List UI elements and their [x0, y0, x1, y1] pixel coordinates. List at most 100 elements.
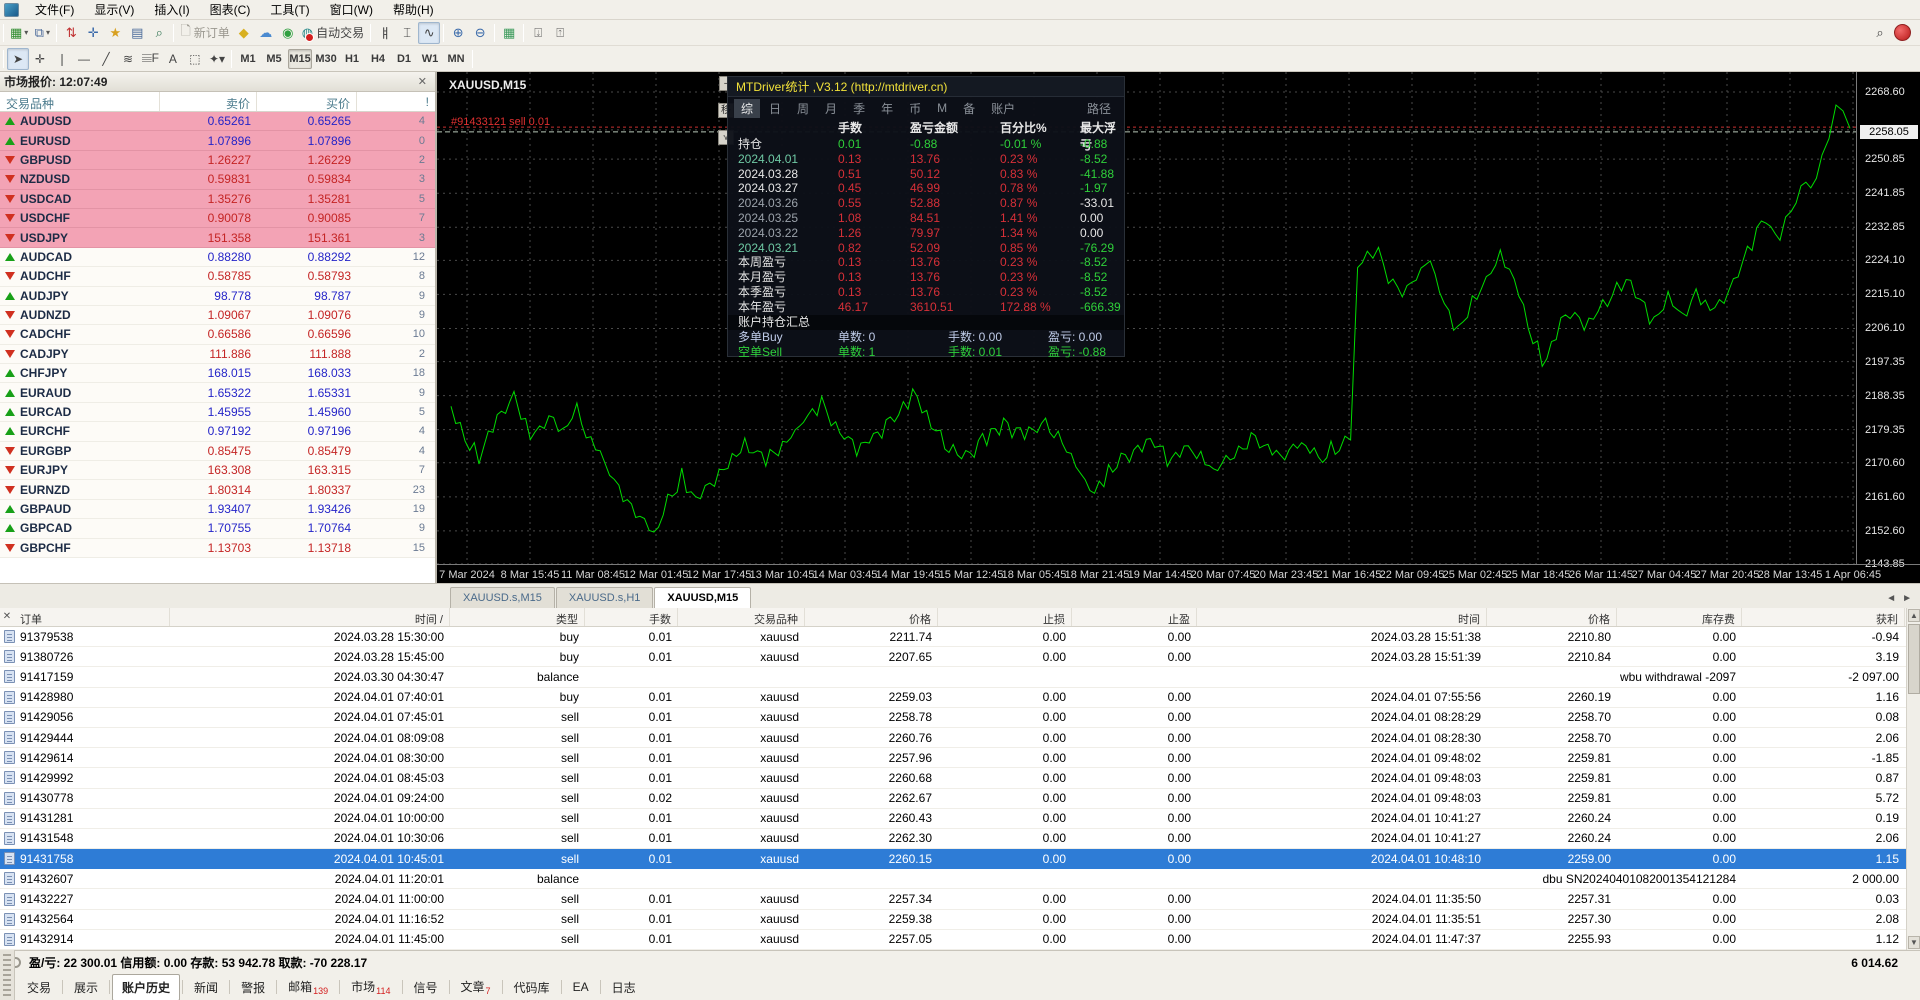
equidistant-channel-icon[interactable]: ≋: [117, 48, 139, 70]
market-watch-row[interactable]: CADCHF 0.66586 0.66596 10: [0, 325, 435, 345]
period-button-H4[interactable]: H4: [366, 49, 390, 69]
period-button-MN[interactable]: MN: [444, 49, 468, 69]
market-watch-row[interactable]: GBPCAD 1.70755 1.70764 9: [0, 519, 435, 539]
chart-candles-icon[interactable]: ⌶: [396, 22, 418, 44]
market-watch-row[interactable]: AUDCHF 0.58785 0.58793 8: [0, 267, 435, 287]
history-row[interactable]: 91429056 2024.04.01 07:45:01 sell 0.01 xauus…: [0, 708, 1920, 728]
terminal-tab-新闻[interactable]: 新闻: [185, 975, 227, 1000]
col-ask[interactable]: 买价: [257, 92, 357, 111]
fibonacci-icon[interactable]: 𝄙F: [139, 48, 162, 70]
new-order-icon[interactable]: 🗋 新订单: [177, 22, 232, 44]
menu-item-H[interactable]: 帮助(H): [383, 0, 444, 20]
metaeditor-icon[interactable]: ◆: [233, 22, 255, 44]
close-icon[interactable]: ✕: [0, 608, 14, 626]
history-row[interactable]: 91380726 2024.03.28 15:45:00 buy 0.01 xauusd…: [0, 647, 1920, 668]
terminal-tab-邮箱[interactable]: 邮箱139: [279, 974, 337, 1000]
history-row[interactable]: 91379538 2024.03.28 15:30:00 buy 0.01 xauusd…: [0, 627, 1920, 648]
chart-line-icon[interactable]: ∿: [418, 21, 441, 44]
mtdriver-tab-月[interactable]: 月: [818, 99, 844, 118]
col-symbol[interactable]: 交易品种: [0, 92, 160, 111]
history-col-5[interactable]: 价格: [805, 608, 938, 626]
crosshair-icon[interactable]: ✛: [29, 48, 51, 70]
terminal-tab-日志[interactable]: 日志: [603, 975, 645, 1000]
scrollbar-thumb[interactable]: [1908, 624, 1920, 694]
cursor-icon[interactable]: ➤: [7, 47, 29, 70]
col-bid[interactable]: 卖价: [160, 92, 257, 111]
price-chart[interactable]: [437, 72, 1920, 564]
market-watch-row[interactable]: AUDUSD 0.65261 0.65265 4: [0, 112, 435, 132]
period-button-D1[interactable]: D1: [392, 49, 416, 69]
order-levels-2-icon[interactable]: ⍐: [549, 22, 571, 44]
menu-item-C[interactable]: 图表(C): [200, 0, 261, 20]
terminal-tab-交易[interactable]: 交易: [18, 975, 60, 1000]
market-watch-row[interactable]: EURUSD 1.07896 1.07896 0: [0, 131, 435, 151]
market-watch-row[interactable]: CHFJPY 168.015 168.033 18: [0, 364, 435, 384]
trendline-icon[interactable]: ╱: [95, 48, 117, 70]
text-label-icon[interactable]: ⬚: [184, 48, 206, 70]
news-icon[interactable]: ◉: [277, 22, 299, 44]
period-button-M1[interactable]: M1: [236, 49, 260, 69]
menu-item-W[interactable]: 窗口(W): [320, 0, 383, 20]
market-watch-row[interactable]: USDCHF 0.90078 0.90085 7: [0, 208, 435, 229]
price-axis[interactable]: 2268.602258.602250.852241.852232.852224.…: [1856, 72, 1920, 570]
history-col-3[interactable]: 手数: [585, 608, 678, 626]
dropdown-icon[interactable]: ▾: [46, 28, 50, 37]
docked-window-grip[interactable]: [0, 950, 15, 1000]
history-col-1[interactable]: 时间 /: [170, 608, 450, 626]
period-button-M15[interactable]: M15: [288, 48, 313, 69]
market-watch-row[interactable]: AUDJPY 98.778 98.787 9: [0, 286, 435, 306]
history-col-9[interactable]: 价格: [1487, 608, 1617, 626]
zoom-out-icon[interactable]: ⊖: [469, 22, 491, 44]
history-col-6[interactable]: 止损: [938, 608, 1072, 626]
history-scrollbar[interactable]: ▲ ▼: [1906, 608, 1920, 950]
history-col-8[interactable]: 时间: [1197, 608, 1487, 626]
mtdriver-tab-路径[interactable]: 路径: [1080, 99, 1118, 118]
profiles-icon[interactable]: ⧉ ▾: [31, 22, 53, 44]
terminal-icon[interactable]: ▤: [126, 22, 148, 44]
period-button-M30[interactable]: M30: [314, 49, 338, 69]
market-watch-row[interactable]: USDJPY 151.358 151.361 3: [0, 228, 435, 248]
history-row[interactable]: 91432914 2024.04.01 11:45:00 sell 0.01 xauus…: [0, 930, 1920, 950]
mtdriver-tab-季[interactable]: 季: [846, 99, 872, 118]
market-watch-row[interactable]: GBPUSD 1.26227 1.26229 2: [0, 150, 435, 171]
scroll-right-icon[interactable]: ►: [1902, 593, 1912, 604]
scroll-down-icon[interactable]: ▼: [1908, 936, 1920, 949]
menu-item-F[interactable]: 文件(F): [25, 0, 84, 20]
tile-windows-icon[interactable]: ▦: [498, 22, 520, 44]
market-watch-row[interactable]: GBPAUD 1.93407 1.93426 19: [0, 499, 435, 520]
market-watch-row[interactable]: USDCAD 1.35276 1.35281 5: [0, 189, 435, 209]
history-col-10[interactable]: 库存费: [1617, 608, 1742, 626]
dropdown-icon[interactable]: ▾: [24, 28, 28, 37]
terminal-tab-警报[interactable]: 警报: [232, 975, 274, 1000]
history-col-4[interactable]: 交易品种: [678, 608, 805, 626]
strategy-tester-icon[interactable]: ⌕: [148, 22, 170, 44]
history-row[interactable]: 91430778 2024.04.01 09:24:00 sell 0.02 xauus…: [0, 789, 1920, 809]
arrows-tool-icon[interactable]: ✦▾: [206, 48, 228, 70]
history-row[interactable]: 91432564 2024.04.01 11:16:52 sell 0.01 xauus…: [0, 910, 1920, 930]
market-watch-row[interactable]: NZDUSD 0.59831 0.59834 3: [0, 170, 435, 190]
vertical-line-icon[interactable]: ❘: [51, 48, 73, 70]
market-watch-toggle-icon[interactable]: ⇅: [60, 22, 82, 44]
market-watch-row[interactable]: EURGBP 0.85475 0.85479 4: [0, 441, 435, 462]
navigator-icon[interactable]: ★: [104, 22, 126, 44]
history-col-0[interactable]: 订单: [14, 608, 170, 626]
chart-tab-XAUUSD,M15[interactable]: XAUUSD,M15: [654, 587, 752, 608]
market-watch-row[interactable]: EURCAD 1.45955 1.45960 5: [0, 402, 435, 423]
history-row[interactable]: 91429444 2024.04.01 08:09:08 sell 0.01 xauus…: [0, 728, 1920, 749]
community-icon[interactable]: ☁: [255, 22, 277, 44]
market-watch-row[interactable]: EURCHF 0.97192 0.97196 4: [0, 422, 435, 442]
history-row[interactable]: 91431281 2024.04.01 10:00:00 sell 0.01 xauus…: [0, 809, 1920, 829]
history-row[interactable]: 91428980 2024.04.01 07:40:01 buy 0.01 xauusd…: [0, 688, 1920, 708]
chart-window[interactable]: XAUUSD,M15 #91433121 sell 0.01 2268.60 22…: [437, 72, 1920, 608]
mtdriver-tab-综[interactable]: 综: [734, 98, 761, 118]
terminal-tab-市场[interactable]: 市场114: [342, 974, 399, 1000]
menu-item-T[interactable]: 工具(T): [260, 0, 319, 20]
history-col-7[interactable]: 止盈: [1072, 608, 1197, 626]
terminal-tab-信号[interactable]: 信号: [405, 975, 447, 1000]
mtdriver-tab-M[interactable]: M: [930, 100, 954, 116]
history-row[interactable]: 91431548 2024.04.01 10:30:06 sell 0.01 xauus…: [0, 829, 1920, 850]
scroll-left-icon[interactable]: ◄: [1886, 593, 1896, 604]
period-button-H1[interactable]: H1: [340, 49, 364, 69]
period-button-W1[interactable]: W1: [418, 49, 442, 69]
mtdriver-tab-备[interactable]: 备: [956, 99, 982, 118]
